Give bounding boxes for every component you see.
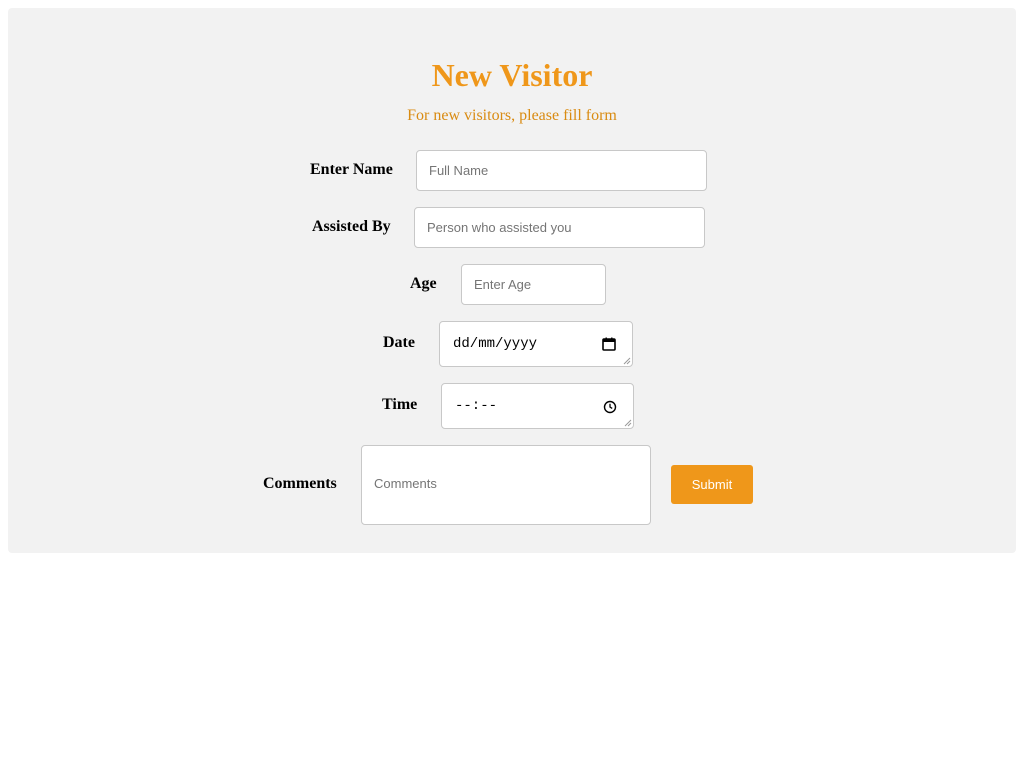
time-label: Time <box>382 396 418 413</box>
comments-label: Comments <box>263 475 337 492</box>
age-label: Age <box>410 275 437 292</box>
comments-textarea[interactable] <box>361 445 651 525</box>
time-value: --:-- <box>455 398 498 414</box>
date-input[interactable]: dd/mm/yyyy <box>439 321 633 367</box>
submit-button[interactable]: Submit <box>671 465 753 504</box>
date-label: Date <box>383 334 415 351</box>
form-title: New Visitor <box>431 57 593 93</box>
time-input[interactable]: --:-- <box>441 383 634 429</box>
name-label: Enter Name <box>310 161 393 178</box>
clock-icon[interactable] <box>603 400 617 414</box>
resize-handle-icon[interactable] <box>624 419 632 427</box>
age-input[interactable] <box>461 264 606 305</box>
resize-handle-icon[interactable] <box>623 357 631 365</box>
name-input[interactable] <box>416 150 707 191</box>
calendar-icon[interactable] <box>602 337 616 351</box>
visitor-form-card: New Visitor For new visitors, please fil… <box>8 8 1016 553</box>
assisted-by-label: Assisted By <box>312 218 391 235</box>
date-value: dd/mm/yyyy <box>453 336 538 352</box>
form-subtitle: For new visitors, please fill form <box>407 107 617 124</box>
assisted-by-input[interactable] <box>414 207 705 248</box>
